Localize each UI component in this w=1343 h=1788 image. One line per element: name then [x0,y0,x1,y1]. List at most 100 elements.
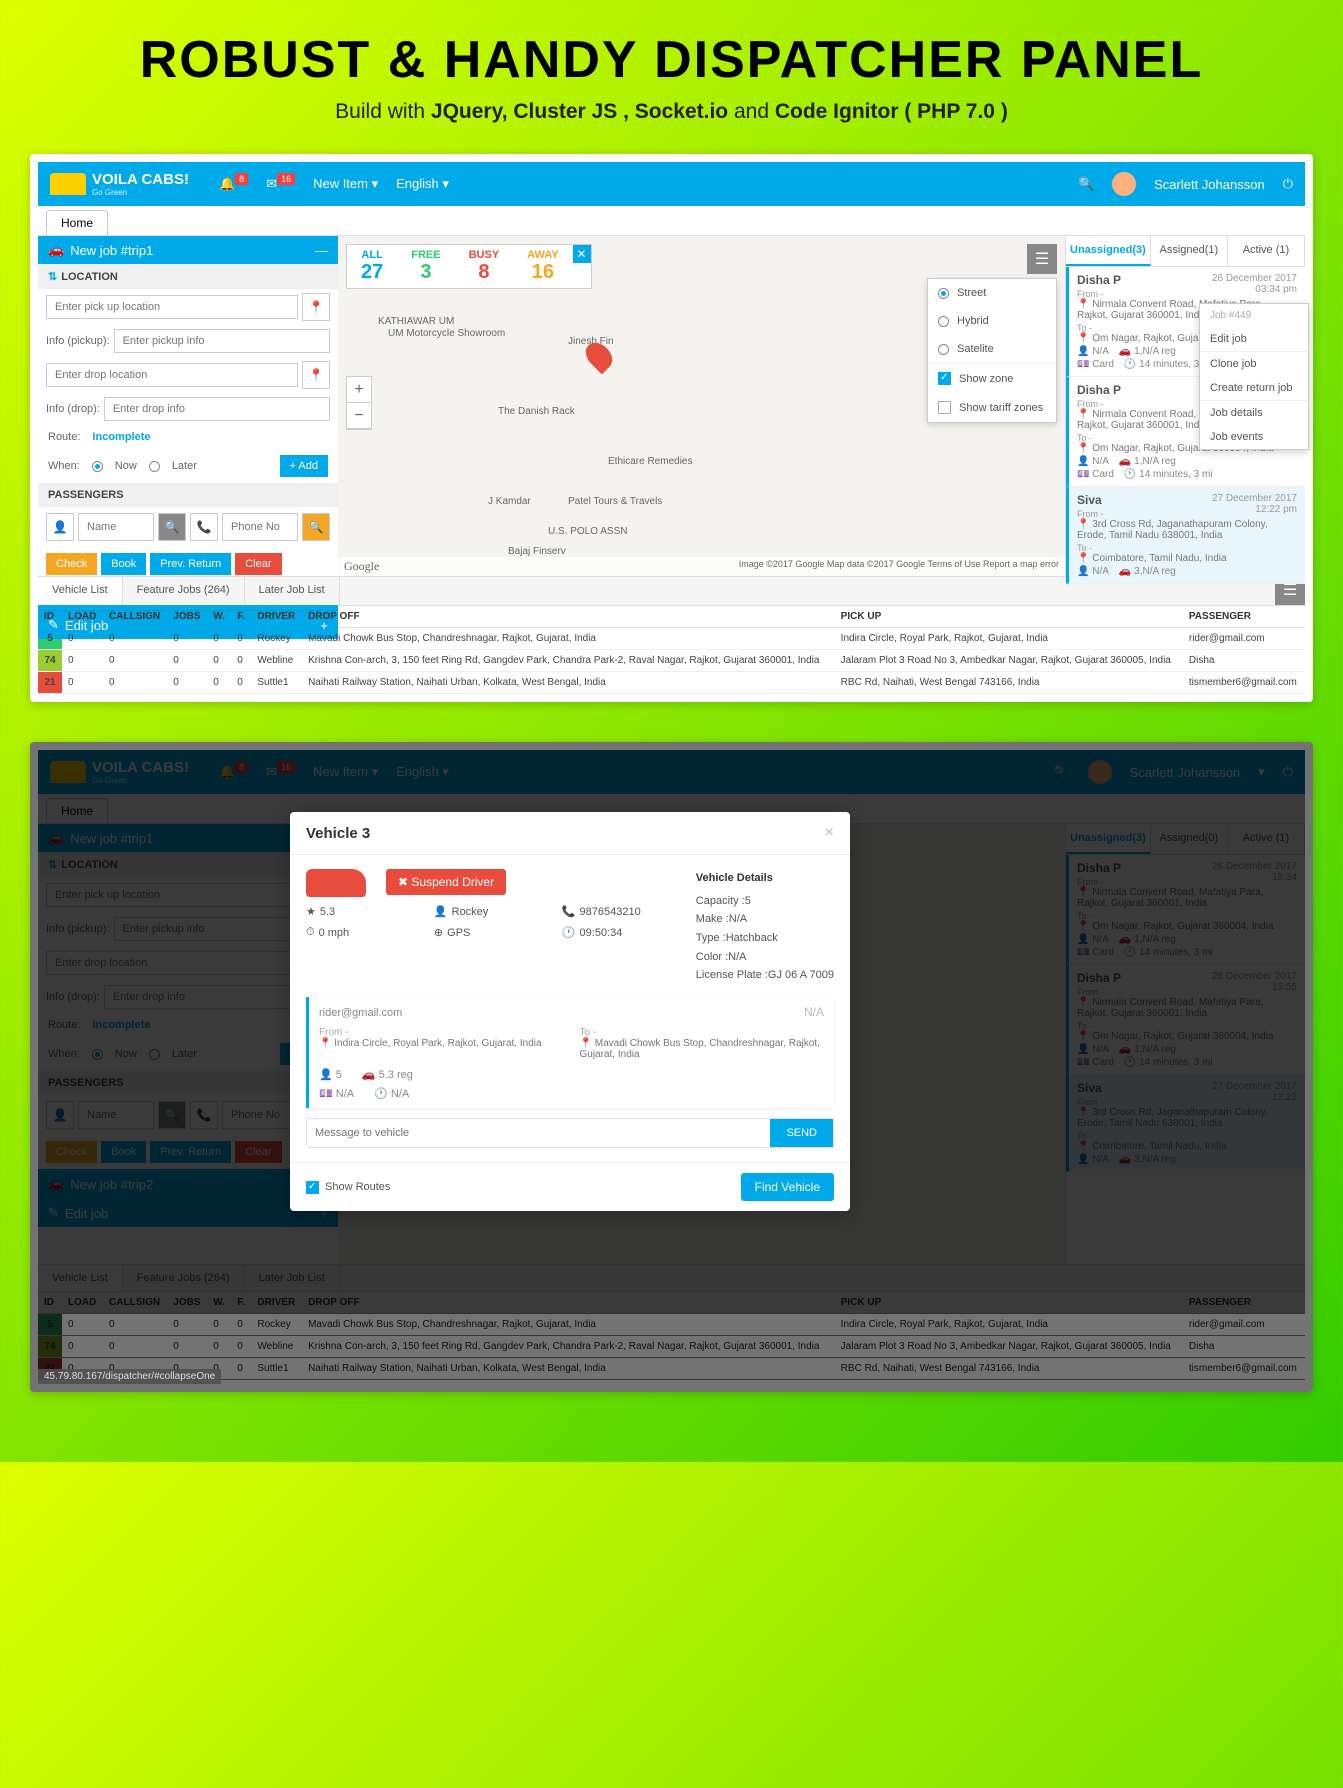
dispatcher-panel-2: VOILA CABS!Go Green 🔔8 ✉16 New Item ▾ En… [30,742,1313,1392]
map-poi: UM Motorcycle Showroom [388,328,505,339]
trip-card: rider@gmail.comN/A From -📍 Indira Circle… [306,997,834,1108]
info-pickup-label: Info (pickup): [46,335,110,347]
send-button[interactable]: SEND [770,1119,833,1147]
info-drop-label: Info (drop): [46,403,100,415]
tab-active[interactable]: Active (1) [1228,236,1305,266]
person-icon: 👤 [46,513,74,541]
phone-stat: 📞 9876543210 [562,905,676,918]
pickup-pin-button[interactable]: 📍 [302,293,330,321]
check-button[interactable]: Check [46,553,97,575]
new-item-dropdown[interactable]: New Item ▾ [313,176,378,192]
search-phone-button[interactable]: 🔍 [302,513,330,541]
ctx-edit-job[interactable]: Edit job [1200,327,1308,351]
ctx-jobid: Job #449 [1200,304,1308,327]
map-poi: Patel Tours & Travels [568,496,662,507]
tab-assigned[interactable]: Assigned(1) [1151,236,1228,266]
bell-icon[interactable]: 🔔8 [219,176,248,192]
layer-satelite[interactable]: Satelite [928,335,1056,363]
passenger-email: rider@gmail.com [319,1007,402,1019]
dispatcher-panel-1: VOILA CABS!Go Green 🔔8 ✉16 New Item ▾ En… [30,154,1313,702]
map-zoom-controls: + − [346,376,372,430]
language-dropdown[interactable]: English ▾ [396,176,449,192]
map-marker[interactable] [588,341,610,371]
show-zone-checkbox[interactable]: Show zone [928,364,1056,393]
tab-vehicle-list[interactable]: Vehicle List [38,577,123,605]
vehicle-modal: Vehicle 3 × ✖ Suspend Driver ★ 5.3 👤 Rock… [290,812,850,1211]
map-poi: Bajaj Finserv [508,546,566,557]
driver-stat: 👤 Rockey [434,905,548,918]
right-panel: Unassigned(3) Assigned(1) Active (1) Dis… [1065,236,1305,576]
clear-button[interactable]: Clear [235,553,281,575]
mail-icon[interactable]: ✉16 [266,176,295,192]
phone-icon: 📞 [190,513,218,541]
hero-subtitle: Build with JQuery, Cluster JS , Socket.i… [30,100,1313,124]
show-routes-checkbox[interactable]: Show Routes [306,1181,390,1194]
pickup-info-input[interactable] [114,329,330,353]
power-icon[interactable]: ⏻ [1283,176,1293,192]
ctx-job-details[interactable]: Job details [1200,401,1308,425]
tab-feature-jobs[interactable]: Feature Jobs (264) [123,577,245,605]
route-label: Route: [48,431,80,443]
user-name[interactable]: Scarlett Johansson [1154,177,1265,192]
drop-pin-button[interactable]: 📍 [302,361,330,389]
prev-return-button[interactable]: Prev. Return [150,553,231,575]
drop-location-input[interactable] [46,363,298,387]
map-layers-popup: Street Hybrid Satelite Show zone Show ta… [927,278,1057,423]
drop-info-input[interactable] [104,397,330,421]
clock-stat: 🕐 09:50:34 [562,926,676,939]
ctx-clone-job[interactable]: Clone job [1200,352,1308,376]
map-attribution: GoogleImage ©2017 Google Map data ©2017 … [338,557,1065,576]
newjob-header-1[interactable]: 🚗 New job #trip1 — [38,236,338,264]
zoom-out-button[interactable]: − [347,403,371,429]
layer-hybrid[interactable]: Hybrid [928,307,1056,335]
table-row[interactable]: 2100000Suttle1Naihati Railway Station, N… [38,672,1305,694]
message-input-row: SEND [306,1118,834,1148]
passenger-phone-input[interactable] [222,513,298,541]
minimize-icon[interactable]: — [315,243,328,258]
map-poi: Ethicare Remedies [608,456,692,467]
when-later-radio[interactable] [149,461,160,472]
when-now-radio[interactable] [92,461,103,472]
map-poi: KATHIAWAR UM [378,316,454,327]
ctx-job-events[interactable]: Job events [1200,425,1308,449]
passenger-name-input[interactable] [78,513,154,541]
close-icon[interactable]: × [825,824,834,842]
tab-later-jobs[interactable]: Later Job List [245,577,340,605]
find-vehicle-button[interactable]: Find Vehicle [741,1173,834,1201]
rating-stat: ★ 5.3 [306,905,420,918]
zoom-in-button[interactable]: + [347,377,371,403]
book-button[interactable]: Book [101,553,146,575]
map-menu-button[interactable]: ☰ [1027,244,1057,274]
topbar: VOILA CABS!Go Green 🔔8 ✉16 New Item ▾ En… [38,162,1305,206]
logo[interactable]: VOILA CABS!Go Green [50,171,189,197]
ctx-create-return[interactable]: Create return job [1200,376,1308,400]
car-icon: 🚗 [48,242,64,258]
left-sidebar: 🚗 New job #trip1 — ⇅LOCATION 📍 Info (pic… [38,236,338,576]
layer-street[interactable]: Street [928,279,1056,307]
search-icon[interactable]: 🔍 [1078,176,1094,192]
passengers-section-header: PASSENGERS [38,483,338,507]
add-button[interactable]: + Add [280,455,328,477]
search-name-button[interactable]: 🔍 [158,513,186,541]
location-section-header: ⇅LOCATION [38,264,338,289]
hero-title: ROBUST & HANDY DISPATCHER PANEL [30,30,1313,90]
when-label: When: [48,460,80,472]
close-stats-icon[interactable]: ✕ [573,245,591,263]
suspend-driver-button[interactable]: ✖ Suspend Driver [386,869,506,895]
modal-title: Vehicle 3 [306,825,370,842]
job-card[interactable]: Siva27 December 201712:22 pm From -📍 3rd… [1066,487,1305,584]
map-poi: U.S. POLO ASSN [548,526,627,537]
tab-unassigned[interactable]: Unassigned(3) [1066,236,1151,266]
tab-home[interactable]: Home [46,210,108,235]
avatar[interactable] [1112,172,1136,196]
map[interactable]: ALL27 FREE3 BUSY8 AWAY16 ✕ ☰ Street Hybr… [338,236,1065,576]
table-row[interactable]: 7400000WeblineKrishna Con-arch, 3, 150 f… [38,650,1305,672]
job-card[interactable]: Disha P26 December 201703:34 pm From -📍 … [1066,267,1305,377]
pickup-location-input[interactable] [46,295,298,319]
show-tariff-checkbox[interactable]: Show tariff zones [928,393,1056,422]
message-input[interactable] [307,1119,770,1147]
route-status: Incomplete [92,431,150,443]
gps-stat: ⊕ GPS [434,926,548,939]
map-stats-bar: ALL27 FREE3 BUSY8 AWAY16 ✕ [346,244,592,289]
speed-stat: ⏱ 0 mph [306,926,420,939]
